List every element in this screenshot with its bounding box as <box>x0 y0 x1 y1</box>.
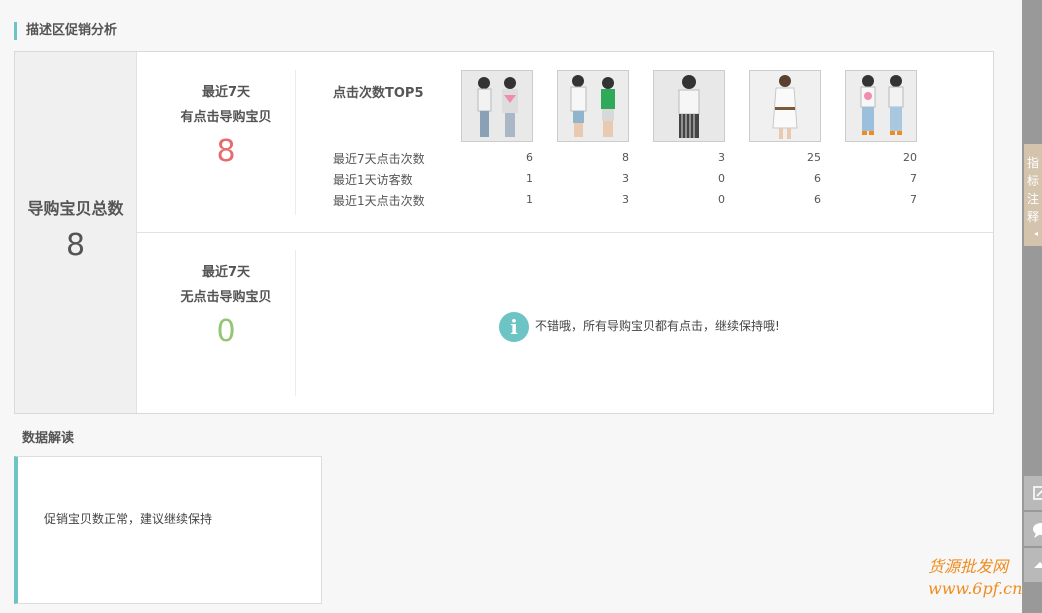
info-text: 不错哦，所有导购宝贝都有点击，继续保持哦! <box>535 319 780 333</box>
indicator-notes-label: 指标注释 <box>1026 156 1039 224</box>
watermark-cn: 货源批发网 <box>928 557 1009 576</box>
metric-value: 7 <box>910 193 917 206</box>
product-thumbnail-1[interactable] <box>461 70 533 142</box>
metric-label-visitors-1d: 最近1天访客数 <box>333 173 413 187</box>
clicked-period: 最近7天 <box>201 85 251 100</box>
metric-value: 1 <box>526 172 533 185</box>
metric-value: 7 <box>910 172 917 185</box>
interpretation-text: 促销宝贝数正常，建议继续保持 <box>44 512 213 526</box>
clicked-label: 有点击导购宝贝 <box>180 110 272 125</box>
chat-icon[interactable] <box>1024 512 1042 546</box>
metric-value: 0 <box>718 172 725 185</box>
metric-value: 25 <box>807 151 821 164</box>
metric-label-clicks-7d: 最近7天点击次数 <box>333 152 425 166</box>
site-watermark: 货源批发网 www.6pf.cn <box>928 556 1038 600</box>
top5-title: 点击次数TOP5 <box>333 86 424 101</box>
section-title: 描述区促销分析 <box>14 22 117 40</box>
total-column: 导购宝贝总数 8 <box>15 52 137 413</box>
collapse-arrow-icon[interactable]: ◂ <box>1034 229 1038 238</box>
product-thumbnail-5[interactable] <box>845 70 917 142</box>
metric-value: 6 <box>814 172 821 185</box>
unclicked-count: 0 <box>216 314 236 349</box>
metric-value: 6 <box>814 193 821 206</box>
product-thumbnail-2[interactable] <box>557 70 629 142</box>
metric-value: 0 <box>718 193 725 206</box>
info-message: i 不错哦，所有导购宝贝都有点击，继续保持哦! <box>499 310 780 342</box>
vertical-divider <box>295 70 296 215</box>
metric-value: 1 <box>526 193 533 206</box>
row-divider <box>136 232 993 233</box>
total-value: 8 <box>65 228 86 263</box>
metric-value: 3 <box>622 193 629 206</box>
metric-value: 3 <box>622 172 629 185</box>
clicked-count[interactable]: 8 <box>137 134 315 169</box>
metric-value: 3 <box>718 151 725 164</box>
clicked-stat: 最近7天 有点击导购宝贝 8 <box>137 80 315 169</box>
metric-value: 8 <box>622 151 629 164</box>
unclicked-stat: 最近7天 无点击导购宝贝 0 <box>137 260 315 349</box>
product-thumbnail-3[interactable] <box>653 70 725 142</box>
unclicked-period: 最近7天 <box>201 265 251 280</box>
indicator-notes-tab[interactable]: 指标注释 <box>1024 144 1042 246</box>
total-label: 导购宝贝总数 <box>27 199 124 218</box>
unclicked-label: 无点击导购宝贝 <box>180 290 272 305</box>
watermark-url: www.6pf.cn <box>928 579 1023 598</box>
interpretation-title: 数据解读 <box>22 431 75 446</box>
metric-label-clicks-1d: 最近1天点击次数 <box>333 194 425 208</box>
interpretation-card: 促销宝贝数正常，建议继续保持 <box>14 456 322 604</box>
promo-analysis-panel: 导购宝贝总数 8 最近7天 有点击导购宝贝 8 点击次数TOP5 最近7天点击次… <box>14 51 994 414</box>
vertical-divider <box>295 250 296 396</box>
edit-icon[interactable] <box>1024 476 1042 510</box>
product-thumbnail-4[interactable] <box>749 70 821 142</box>
metric-value: 20 <box>903 151 917 164</box>
metric-value: 6 <box>526 151 533 164</box>
info-icon: i <box>499 311 529 342</box>
